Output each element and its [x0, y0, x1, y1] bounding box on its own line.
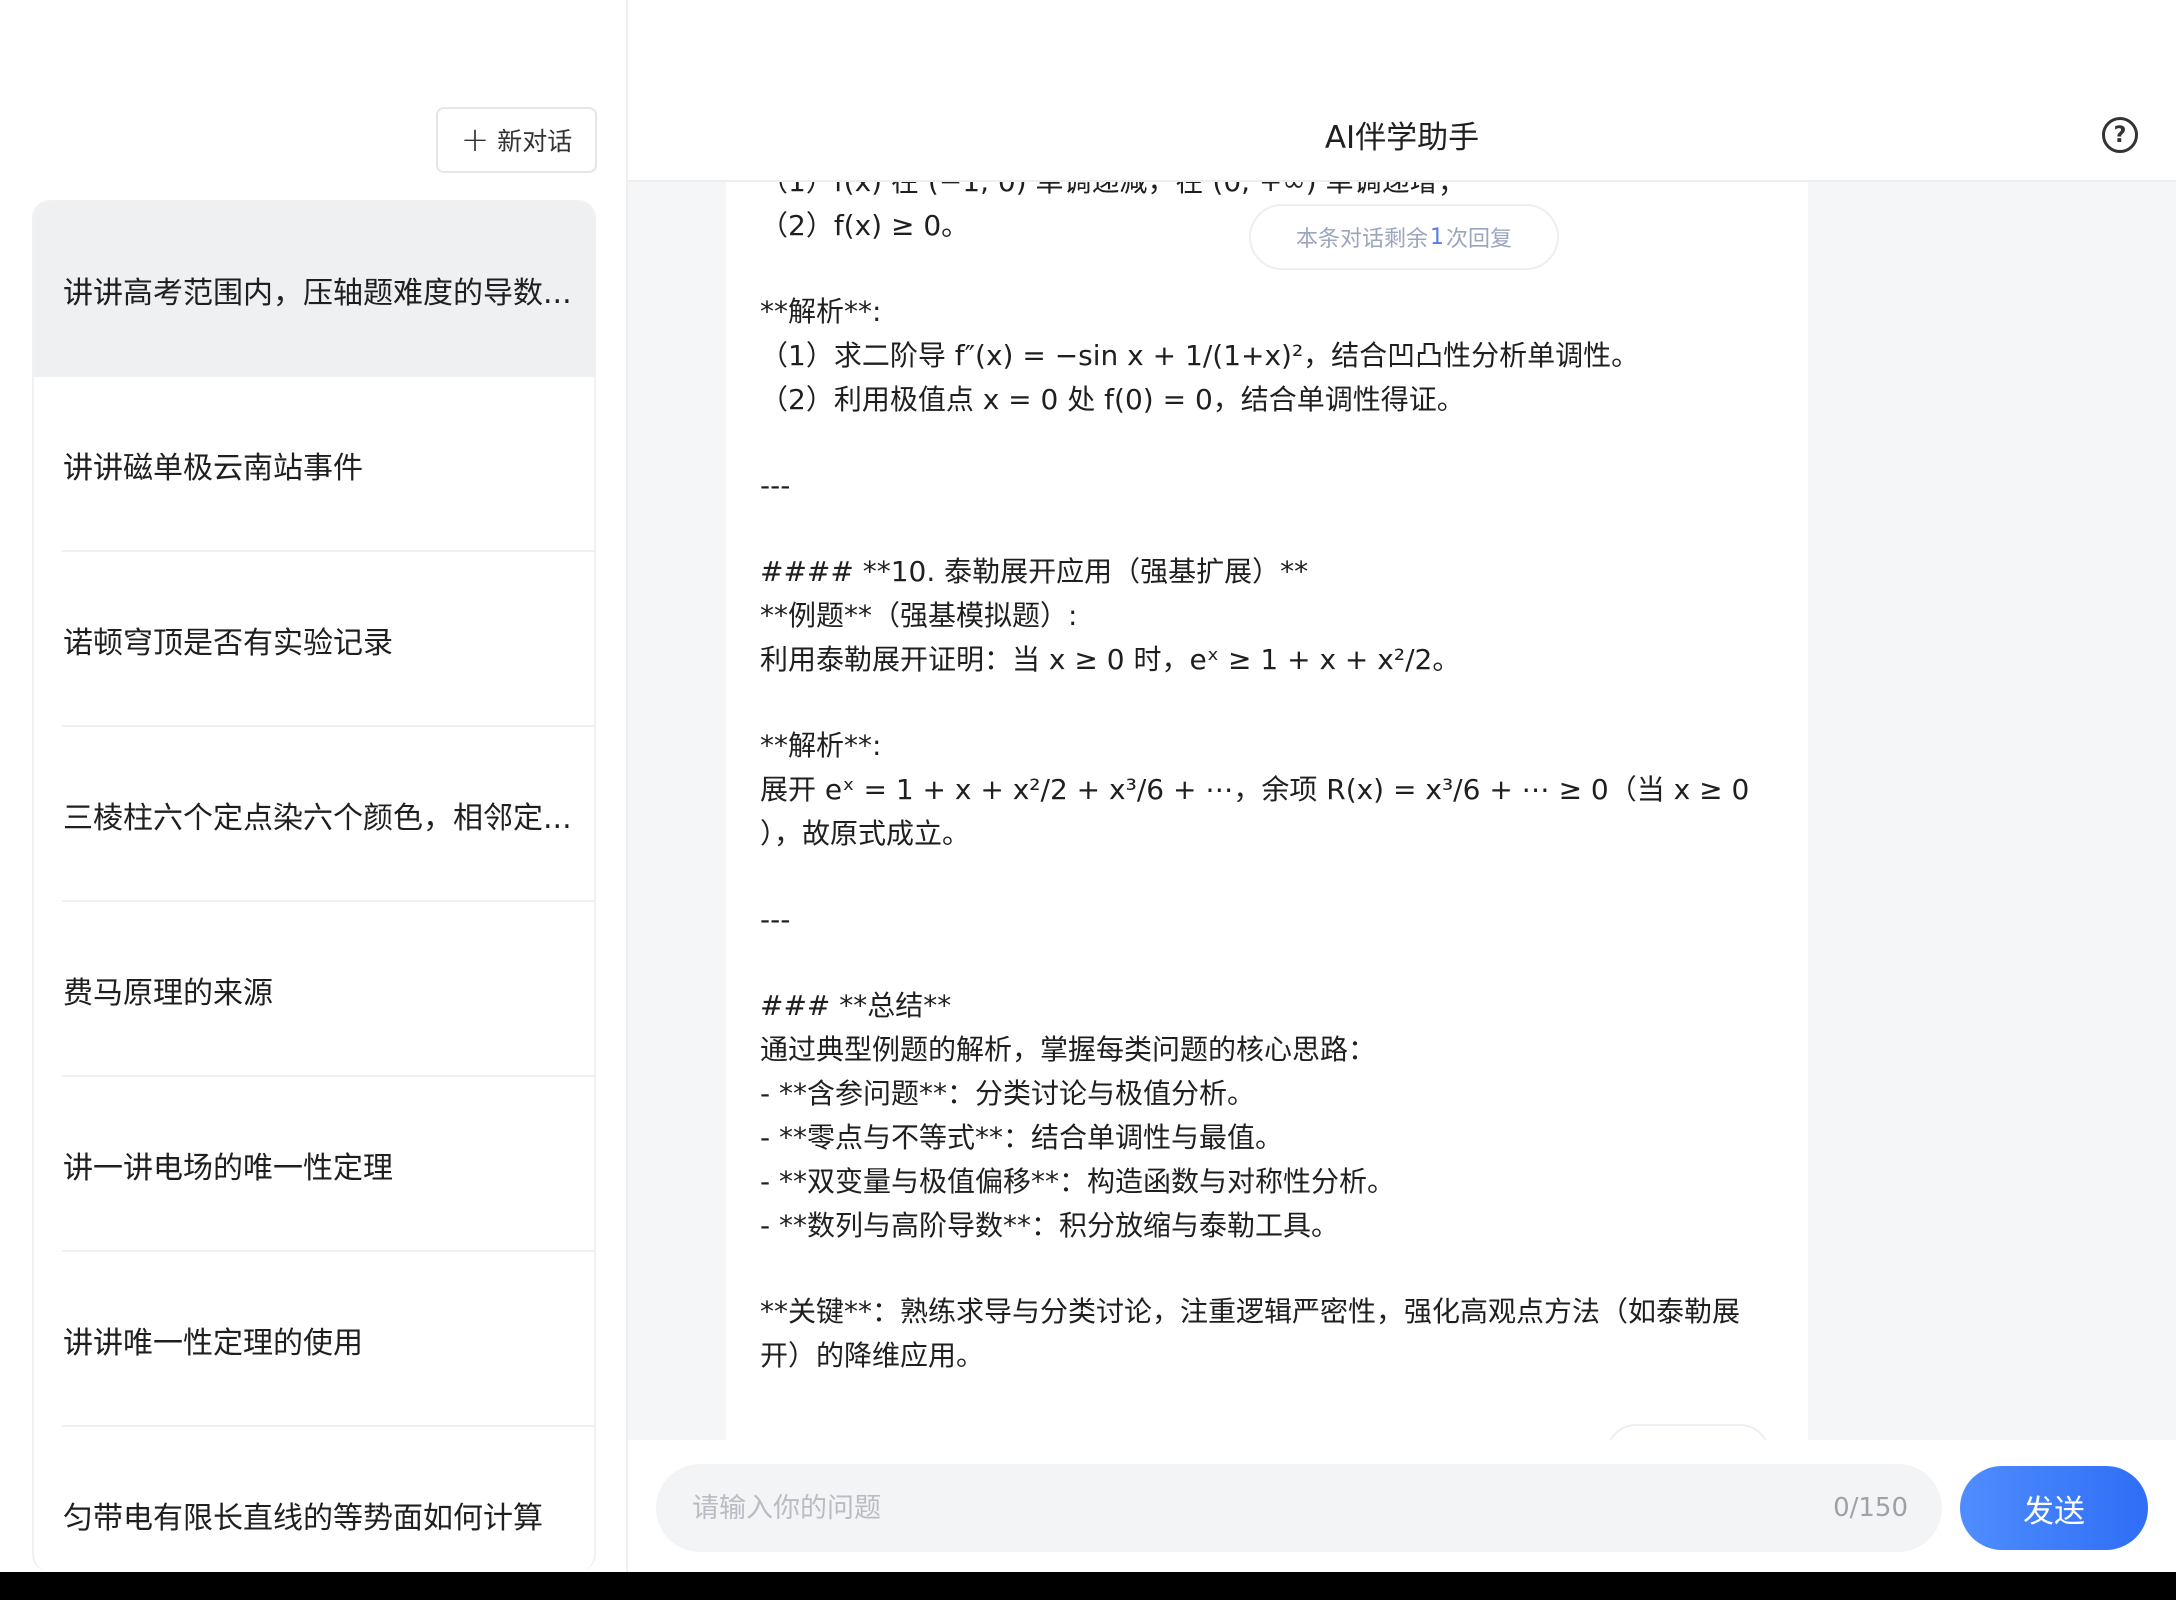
question-input[interactable] — [692, 1492, 1834, 1524]
message-content: （1）f(x) 在 (−1, 0) 单调递减，在 (0, +∞) 单调递增； （… — [760, 182, 1750, 1378]
conversation-item[interactable]: 讲讲高考范围内，压轴题难度的导数... — [34, 202, 594, 377]
new-chat-label: 新对话 — [497, 127, 573, 156]
divider: --- — [760, 469, 791, 502]
message-line: 开）的降维应用。 — [760, 1339, 985, 1372]
message-line: **例题**（强基模拟题）: — [760, 599, 1078, 632]
message-line: （1）f(x) 在 (−1, 0) 单调递减，在 (0, +∞) 单调递增； — [760, 182, 1748, 204]
conversation-list: 讲讲高考范围内，压轴题难度的导数... 讲讲磁单极云南站事件 诺顿穹顶是否有实验… — [32, 200, 596, 1572]
message-line: ### **总结** — [760, 989, 952, 1022]
send-button[interactable]: 发送 — [1960, 1466, 2148, 1550]
system-bottom-bar — [0, 1572, 2176, 1600]
header: AI伴学助手 ? — [628, 0, 2176, 182]
message-line: - **零点与不等式**：结合单调性与最值。 — [760, 1121, 1284, 1154]
message-line: - **含参问题**：分类讨论与极值分析。 — [760, 1077, 1256, 1110]
message-line: **解析**: — [760, 729, 882, 762]
remaining-pre: 本条对话剩余 — [1295, 227, 1428, 252]
message-line: （1）求二阶导 f″(x) = −sin x + 1/(1+x)²，结合凹凸性分… — [760, 339, 1640, 372]
divider: --- — [760, 903, 791, 936]
conversation-item[interactable]: 匀带电有限长直线的等势面如何计算 — [34, 1427, 594, 1572]
sidebar: + 新对话 讲讲高考范围内，压轴题难度的导数... 讲讲磁单极云南站事件 诺顿穹… — [0, 0, 628, 1572]
new-chat-button[interactable]: + 新对话 — [436, 107, 597, 173]
remaining-replies-badge: 本条对话剩余 1 次回复 — [1249, 204, 1559, 270]
message-line: （2）利用极值点 x = 0 处 f(0) = 0，结合单调性得证。 — [760, 383, 1465, 416]
conversation-item[interactable]: 讲一讲电场的唯一性定理 — [34, 1077, 594, 1252]
chat-area[interactable]: （1）f(x) 在 (−1, 0) 单调递减，在 (0, +∞) 单调递增； （… — [628, 182, 2176, 1440]
message-line: - **数列与高阶导数**：积分放缩与泰勒工具。 — [760, 1209, 1340, 1242]
conversation-item[interactable]: 讲讲唯一性定理的使用 — [34, 1252, 594, 1427]
input-bar: 0/150 发送 — [628, 1440, 2176, 1572]
plus-icon: + — [460, 120, 490, 160]
conversation-item[interactable]: 讲讲磁单极云南站事件 — [34, 377, 594, 552]
message-line: 利用泰勒展开证明：当 x ≥ 0 时，eˣ ≥ 1 + x + x²/2。 — [760, 643, 1461, 676]
question-input-container[interactable]: 0/150 — [656, 1464, 1942, 1552]
remaining-post: 次回复 — [1446, 227, 1513, 252]
remaining-count: 1 — [1430, 224, 1444, 250]
conversation-item[interactable]: 诺顿穹顶是否有实验记录 — [34, 552, 594, 727]
message-line: ），故原式成立。 — [760, 817, 971, 850]
question-circle-icon[interactable]: ? — [2102, 117, 2138, 153]
message-line: 通过典型例题的解析，掌握每类问题的核心思路： — [760, 1033, 1377, 1066]
message-line: #### **10. 泰勒展开应用（强基扩展）** — [760, 555, 1309, 588]
message-line: **解析**: — [760, 295, 882, 328]
char-counter: 0/150 — [1833, 1493, 1908, 1523]
assistant-message: （1）f(x) 在 (−1, 0) 单调递减，在 (0, +∞) 单调递增； （… — [726, 182, 1808, 1440]
message-line: 展开 eˣ = 1 + x + x²/2 + x³/6 + ⋯，余项 R(x) … — [760, 773, 1750, 806]
conversation-item[interactable]: 费马原理的来源 — [34, 902, 594, 1077]
message-line: - **双变量与极值偏移**：构造函数与对称性分析。 — [760, 1165, 1396, 1198]
conversation-item[interactable]: 三棱柱六个定点染六个颜色，相邻定... — [34, 727, 594, 902]
message-line: **关键**：熟练求导与分类讨论，注重逻辑严密性，强化高观点方法（如泰勒展 — [760, 1295, 1741, 1328]
page-title: AI伴学助手 — [1324, 120, 1480, 156]
